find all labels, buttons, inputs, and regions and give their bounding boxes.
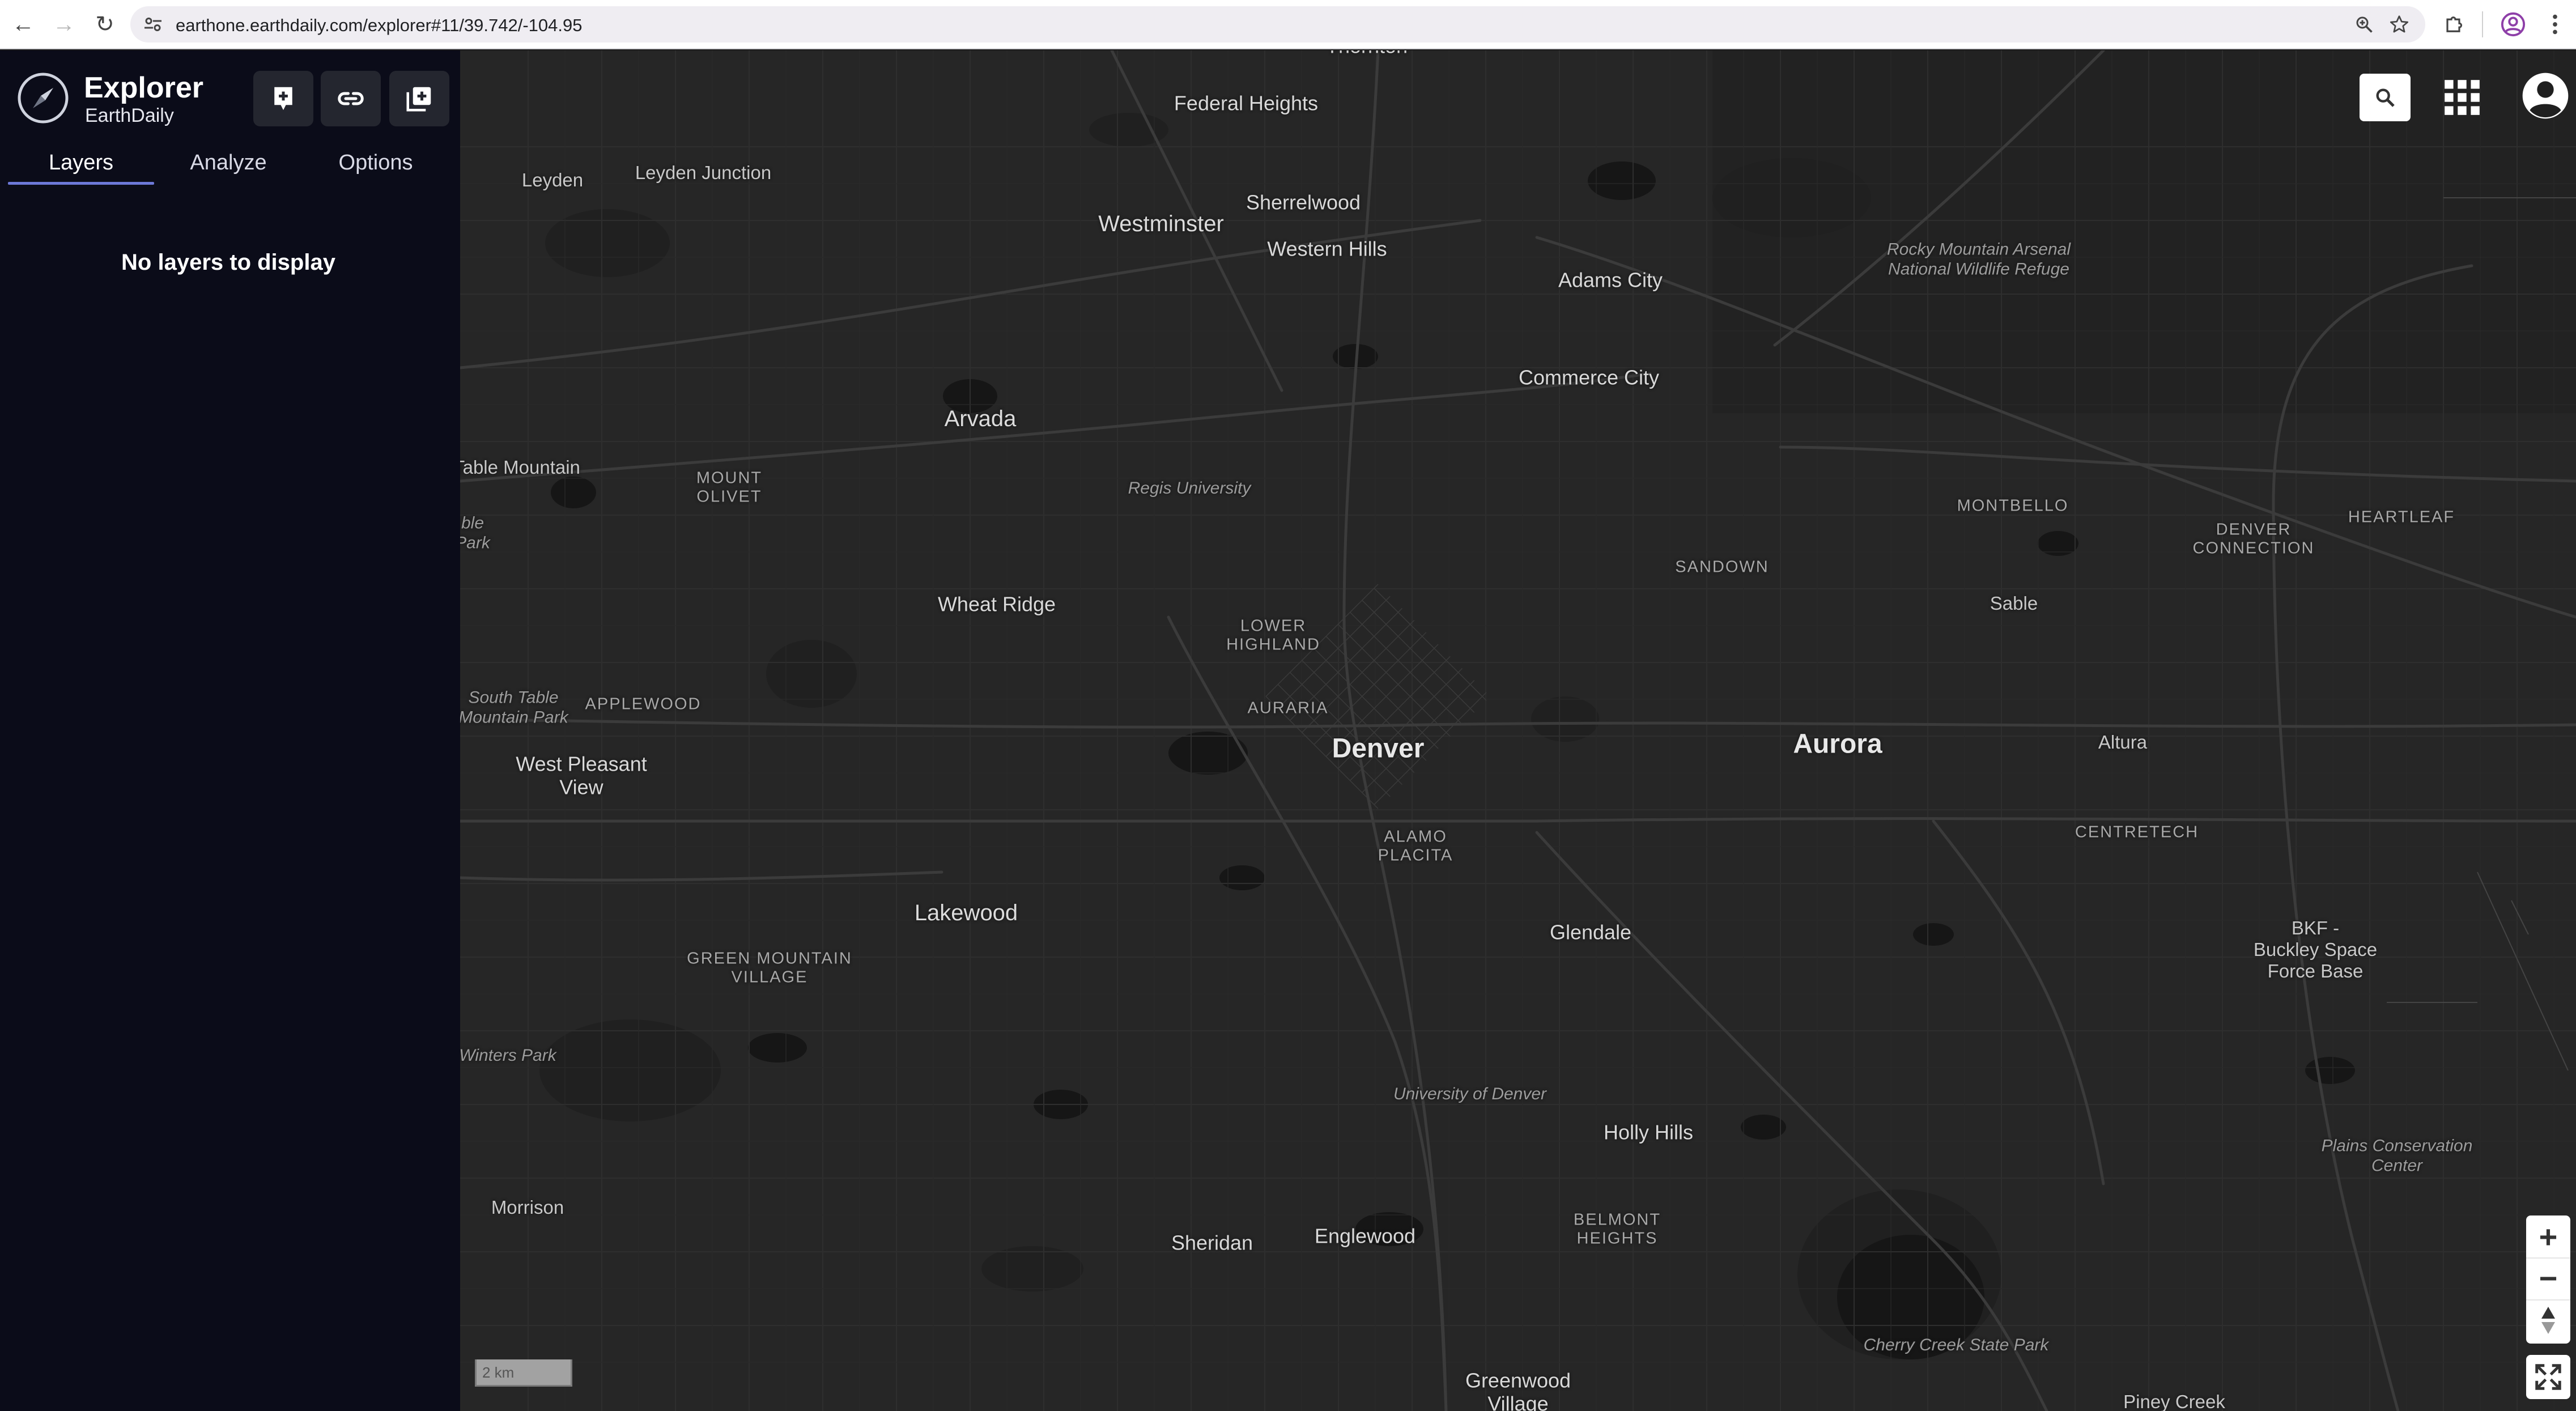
tab-options[interactable]: Options <box>303 147 449 186</box>
map-label: MOUNT OLIVET <box>696 469 763 506</box>
map-label: Thornton <box>1326 50 1408 58</box>
map-label: AURARIA <box>1247 699 1329 717</box>
map-label: Adams City <box>1558 268 1663 292</box>
map-canvas[interactable]: Thornton Federal Heights Leyden Leyden Junc… <box>460 50 2576 1411</box>
map-search-button[interactable] <box>2360 74 2411 121</box>
map-label: Commerce City <box>1518 366 1660 389</box>
fullscreen-button[interactable] <box>2526 1355 2570 1399</box>
tune-icon[interactable] <box>143 14 163 35</box>
apps-grid-icon[interactable] <box>2441 76 2483 118</box>
map-label: BKF - Buckley Space Force Base <box>2253 917 2378 981</box>
map-label: Rocky Mountain Arsenal National Wildlife … <box>1886 240 2071 279</box>
browser-chrome: ← → ↻ earthone.earthdaily.com/explorer#1… <box>0 0 2576 49</box>
account-icon[interactable] <box>2520 71 2570 121</box>
basemap <box>460 50 2576 1411</box>
tab-layers[interactable]: Layers <box>8 147 154 186</box>
add-layer-icon <box>406 87 431 112</box>
active-tab-indicator <box>8 182 154 185</box>
kebab-menu-icon[interactable] <box>2547 11 2564 37</box>
map-label: Federal Heights <box>1174 91 1319 115</box>
tab-analyze[interactable]: Analyze <box>155 147 301 186</box>
map-label: GREEN MOUNTAIN VILLAGE <box>687 949 852 987</box>
map-label: Winters Park <box>460 1046 556 1065</box>
add-marker-button[interactable] <box>253 71 313 126</box>
map-label: blePark <box>460 513 490 552</box>
map-label: LOWER HIGHLAND <box>1226 617 1320 654</box>
map-label: Aurora <box>1793 729 1882 759</box>
compass-arrow-icon <box>2541 1307 2555 1334</box>
toolbar-separator <box>2482 11 2483 37</box>
app-subtitle: EarthDaily <box>85 105 174 126</box>
copy-link-button[interactable] <box>321 71 381 126</box>
map-label: Sable <box>1990 593 2038 614</box>
map-label: Denver <box>1332 733 1425 764</box>
map-label: West Pleasant View <box>516 752 647 799</box>
add-marker-icon <box>274 87 292 110</box>
compass-icon <box>18 73 69 124</box>
map-label: Table Mountain <box>460 457 580 478</box>
reload-icon[interactable]: ↻ <box>88 8 121 41</box>
search-icon <box>2376 88 2395 107</box>
map-label: Sheridan <box>1171 1231 1253 1255</box>
url-text[interactable]: earthone.earthdaily.com/explorer#11/39.7… <box>176 15 583 36</box>
map-label: ALAMO PLACITA <box>1378 827 1453 865</box>
map-label: CENTRETECH <box>2075 823 2199 842</box>
map-label: University of Denver <box>1393 1084 1547 1103</box>
app-title: Explorer <box>84 71 203 104</box>
map-label: Morrison <box>491 1197 564 1218</box>
map-label: South Table Mountain Park <box>460 688 568 727</box>
map-label: Westminster <box>1098 211 1224 236</box>
map-label: Glendale <box>1549 920 1632 944</box>
map-label: Englewood <box>1314 1224 1416 1248</box>
profile-icon[interactable] <box>2500 11 2526 37</box>
scale-bar: 2 km <box>475 1359 572 1387</box>
map-label: Holly Hills <box>1603 1120 1694 1144</box>
zoom-control: + − <box>2526 1216 2570 1344</box>
zoom-icon[interactable] <box>2354 14 2374 35</box>
map-label: Arvada <box>944 406 1017 431</box>
address-bar[interactable]: earthone.earthdaily.com/explorer#11/39.7… <box>130 6 2425 42</box>
empty-layers-message: No layers to display <box>121 250 335 275</box>
map-label: Sherrelwood <box>1246 190 1361 214</box>
puzzle-icon[interactable] <box>2443 12 2467 36</box>
map-label: Regis University <box>1128 478 1251 498</box>
link-icon <box>338 92 364 105</box>
forward-arrow-icon[interactable]: → <box>48 8 80 41</box>
map-label: DENVER CONNECTION <box>2192 520 2315 558</box>
star-icon[interactable] <box>2389 14 2409 35</box>
add-layer-button[interactable] <box>389 71 449 126</box>
reset-north-button[interactable] <box>2526 1299 2570 1340</box>
map-label: SANDOWN <box>1675 558 1769 576</box>
map-label: BELMONT HEIGHTS <box>1573 1210 1661 1248</box>
fullscreen-icon <box>2535 1364 2561 1390</box>
map-label: APPLEWOOD <box>585 695 702 713</box>
zoom-in-button[interactable]: + <box>2526 1217 2570 1257</box>
map-label: Piney Creek <box>2123 1391 2225 1411</box>
map-label: Leyden <box>521 169 584 191</box>
map-label: Greenwood Village <box>1465 1368 1571 1411</box>
map-label: Western Hills <box>1267 237 1387 261</box>
back-arrow-icon[interactable]: ← <box>7 8 40 41</box>
map-label: Lakewood <box>914 900 1018 925</box>
map-label: Altura <box>2098 732 2148 753</box>
map-label: MONTBELLO <box>1957 496 2069 515</box>
map-label: Wheat Ridge <box>937 592 1056 616</box>
map-label: Plains Conservation Center <box>2321 1136 2473 1175</box>
sidebar-tabs: Layers Analyze Options <box>8 147 452 186</box>
zoom-out-button[interactable]: − <box>2526 1257 2570 1298</box>
map-label: Cherry Creek State Park <box>1863 1335 2049 1354</box>
map-label: Leyden Junction <box>635 162 772 184</box>
sidebar: Explorer EarthDaily Layers Analyze Optio… <box>0 50 460 1411</box>
map-label: HEARTLEAF <box>2348 508 2455 526</box>
